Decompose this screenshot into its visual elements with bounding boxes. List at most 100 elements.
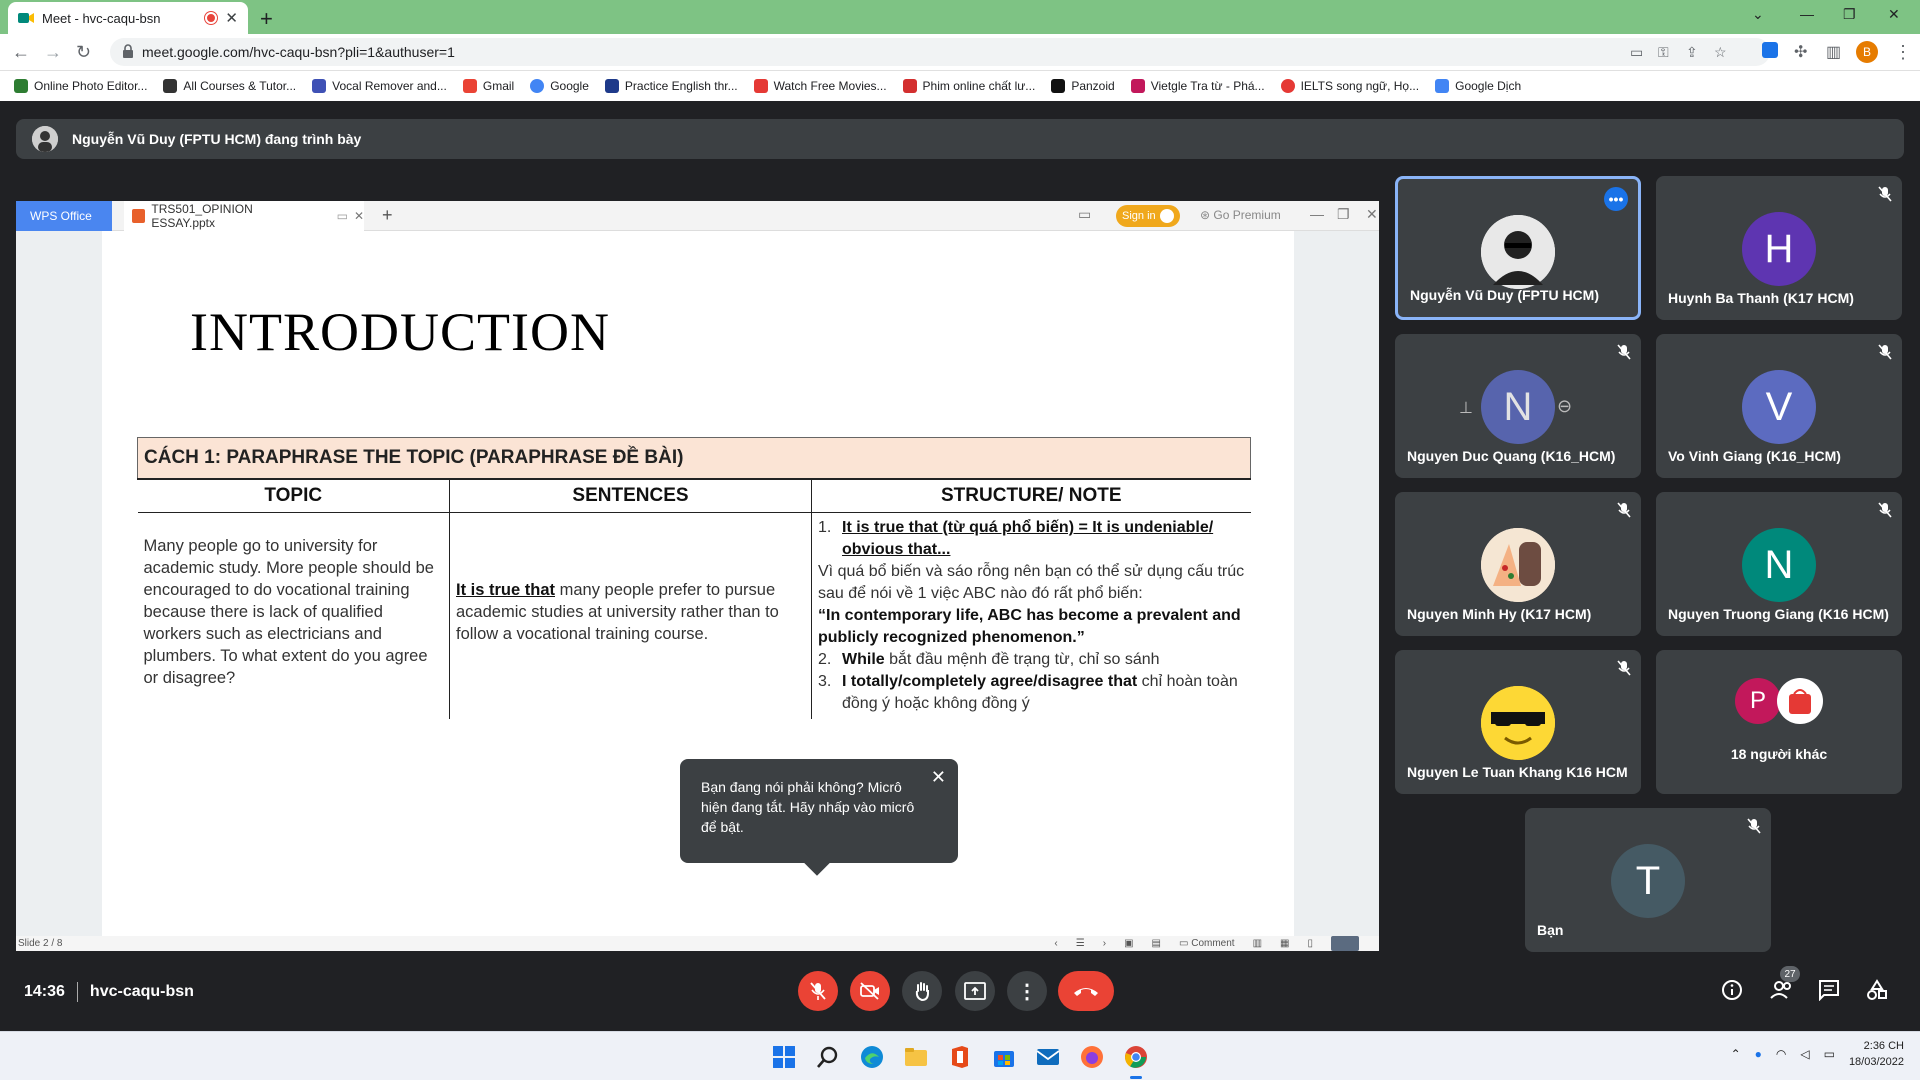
forward-button[interactable]: → xyxy=(44,42,62,63)
back-button[interactable]: ← xyxy=(12,42,30,63)
bookmark-item[interactable]: All Courses & Tutor... xyxy=(163,79,296,93)
participant-tile[interactable]: N Nguyen Truong Giang (K16 HCM) xyxy=(1656,492,1902,636)
new-tab-button[interactable]: + xyxy=(260,6,273,32)
mail-icon[interactable] xyxy=(1036,1045,1060,1069)
reading-view-icon[interactable]: ▯ xyxy=(1307,938,1313,949)
tab-close-icon[interactable]: ✕ xyxy=(225,9,238,27)
present-screen-button[interactable] xyxy=(955,971,995,1011)
others-tile[interactable]: P 18 người khác xyxy=(1656,650,1902,794)
participant-name: Nguyễn Vũ Duy (FPTU HCM) xyxy=(1410,287,1599,303)
share-icon[interactable]: ⇪ xyxy=(1686,44,1698,61)
notes-icon[interactable]: ▤ xyxy=(1152,938,1161,949)
tray-overflow-icon[interactable]: ⌃ xyxy=(1731,1047,1741,1061)
extension-icon[interactable] xyxy=(1762,42,1778,58)
bookmark-item[interactable]: IELTS song ngữ, Họ... xyxy=(1280,79,1419,93)
bookmark-item[interactable]: Online Photo Editor... xyxy=(14,79,147,93)
camera-toggle-button[interactable] xyxy=(850,971,890,1011)
chat-icon[interactable] xyxy=(1818,979,1840,1001)
remove-icon[interactable]: ⊖ xyxy=(1557,396,1572,417)
more-options-icon[interactable]: ••• xyxy=(1604,187,1628,211)
profile-avatar[interactable]: B xyxy=(1856,41,1878,63)
participant-tile[interactable]: Nguyen Minh Hy (K17 HCM) xyxy=(1395,492,1641,636)
participant-tile[interactable]: N ⊥ ⊖ Nguyen Duc Quang (K16_HCM) xyxy=(1395,334,1641,478)
camera-blocked-icon[interactable]: ▭ xyxy=(1630,44,1643,61)
activities-icon[interactable] xyxy=(1866,979,1888,1001)
normal-view-icon[interactable]: ▥ xyxy=(1253,938,1262,949)
comment-button[interactable]: ▭ Comment xyxy=(1179,938,1235,949)
practice-english-icon xyxy=(604,79,619,93)
battery-icon[interactable]: ▭ xyxy=(1824,1047,1835,1061)
restore-button[interactable]: ❐ xyxy=(1843,6,1856,23)
self-tile[interactable]: T Bạn xyxy=(1525,808,1771,952)
wps-sign-in-button[interactable]: Sign in xyxy=(1116,205,1180,227)
tab-close-icon[interactable]: ✕ xyxy=(354,209,364,223)
participant-tile[interactable]: H Huynh Ba Thanh (K17 HCM) xyxy=(1656,176,1902,320)
wps-document-tab[interactable]: TRS501_OPINION ESSAY.pptx ▭ ✕ xyxy=(124,201,364,231)
leave-call-button[interactable] xyxy=(1058,971,1114,1011)
bookmark-item[interactable]: Google Dịch xyxy=(1435,79,1521,93)
table-header-row: CÁCH 1: PARAPHRASE THE TOPIC (PARAPHRASE… xyxy=(137,437,1251,480)
volume-icon[interactable]: ◁ xyxy=(1800,1047,1809,1061)
slideshow-play-button[interactable] xyxy=(1331,936,1359,951)
pin-icon[interactable]: ⊥ xyxy=(1459,398,1473,418)
wps-new-tab-button[interactable]: + xyxy=(382,205,393,226)
meeting-code[interactable]: hvc-caqu-bsn xyxy=(90,983,194,1001)
office-icon[interactable] xyxy=(948,1045,972,1069)
participant-avatar: V xyxy=(1742,370,1816,444)
bookmark-item[interactable]: Phim online chất lư... xyxy=(902,79,1035,93)
raise-hand-button[interactable] xyxy=(902,971,942,1011)
meeting-details-icon[interactable] xyxy=(1721,979,1743,1001)
people-icon[interactable] xyxy=(1770,979,1794,1001)
windows-start-icon[interactable] xyxy=(772,1045,796,1069)
participant-name: Nguyen Duc Quang (K16_HCM) xyxy=(1407,448,1616,464)
chrome-icon[interactable] xyxy=(1124,1045,1148,1069)
extensions-puzzle-icon[interactable]: ✣ xyxy=(1794,42,1807,62)
file-explorer-icon[interactable] xyxy=(904,1045,928,1069)
browser-tab-meet[interactable]: Meet - hvc-caqu-bsn ✕ xyxy=(8,2,248,34)
recording-indicator-icon xyxy=(205,12,218,24)
wifi-icon[interactable]: ◠ xyxy=(1776,1047,1786,1061)
participant-tile[interactable]: V Vo Vinh Giang (K16_HCM) xyxy=(1656,334,1902,478)
participant-tile[interactable]: Nguyen Le Tuan Khang K16 HCM xyxy=(1395,650,1641,794)
outline-icon[interactable]: ☰ xyxy=(1076,938,1085,949)
mic-toggle-button[interactable] xyxy=(798,971,838,1011)
prev-slide-icon[interactable]: ‹ xyxy=(1054,938,1057,949)
next-slide-icon[interactable]: › xyxy=(1103,938,1106,949)
bookmark-item[interactable]: Watch Free Movies... xyxy=(753,79,887,93)
wps-go-premium[interactable]: ⊛ Go Premium xyxy=(1200,208,1281,222)
close-tooltip-icon[interactable]: ✕ xyxy=(931,767,946,787)
tab-search-chevron-icon[interactable]: ⌄ xyxy=(1752,6,1764,23)
reload-button[interactable]: ↻ xyxy=(76,42,91,63)
bookmark-item[interactable]: Gmail xyxy=(462,79,514,93)
sorter-view-icon[interactable]: ▦ xyxy=(1280,938,1289,949)
store-icon[interactable] xyxy=(992,1045,1016,1069)
close-window-button[interactable]: ✕ xyxy=(1888,6,1900,23)
wps-window-icon[interactable]: ▭ xyxy=(1078,206,1091,223)
mic-off-icon xyxy=(1878,344,1892,360)
system-clock[interactable]: 2:36 CH 18/03/2022 xyxy=(1849,1038,1904,1070)
active-app-indicator xyxy=(1130,1076,1142,1079)
participant-tile[interactable]: ••• Nguyễn Vũ Duy (FPTU HCM) xyxy=(1395,176,1641,320)
bookmark-item[interactable]: Vocal Remover and... xyxy=(312,79,447,93)
tray-mic-icon[interactable]: ● xyxy=(1755,1047,1762,1061)
bookmark-star-icon[interactable]: ☆ xyxy=(1714,44,1727,61)
bookmark-item[interactable]: Panzoid xyxy=(1051,79,1115,93)
fit-icon[interactable]: ▣ xyxy=(1124,938,1133,949)
search-icon[interactable] xyxy=(816,1045,840,1069)
edge-icon[interactable] xyxy=(860,1045,884,1069)
bookmark-item[interactable]: Practice English thr... xyxy=(604,79,738,93)
minimize-button[interactable]: — xyxy=(1800,6,1814,22)
wps-minimize-button[interactable]: — xyxy=(1310,206,1324,222)
firefox-icon[interactable] xyxy=(1080,1045,1104,1069)
side-panel-icon[interactable]: ▥ xyxy=(1826,42,1841,62)
bookmark-item[interactable]: Google xyxy=(530,79,589,93)
tab-pin-icon[interactable]: ▭ xyxy=(337,209,348,223)
bookmark-item[interactable]: Vietgle Tra từ - Phá... xyxy=(1130,79,1265,93)
address-bar[interactable]: meet.google.com/hvc-caqu-bsn?pli=1&authu… xyxy=(110,38,1770,66)
wps-office-tab[interactable]: WPS Office xyxy=(16,201,112,231)
browser-menu-icon[interactable]: ⋮ xyxy=(1894,42,1912,63)
wps-restore-button[interactable]: ❐ xyxy=(1337,206,1350,223)
more-options-button[interactable]: ⋮ xyxy=(1007,971,1047,1011)
wps-close-button[interactable]: ✕ xyxy=(1366,206,1378,223)
key-icon[interactable]: ⚿ xyxy=(1658,44,1669,61)
